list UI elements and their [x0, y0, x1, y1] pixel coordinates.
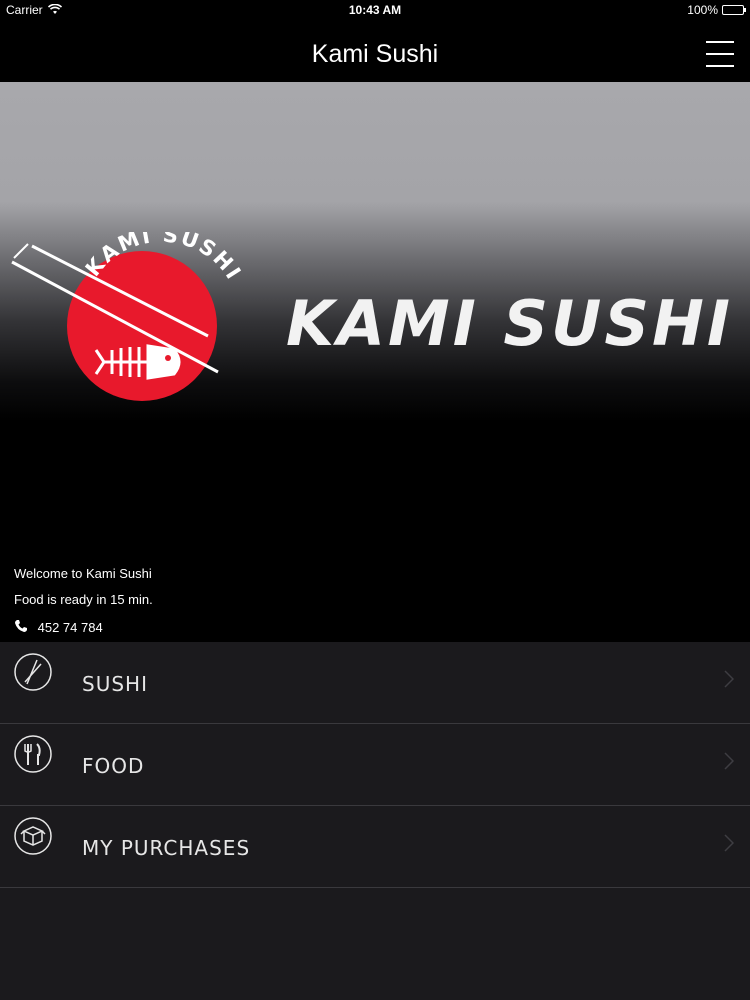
- nav-bar: Kami Sushi: [0, 20, 750, 82]
- hamburger-line: [706, 41, 734, 43]
- menu-item-label: FOOD: [82, 754, 145, 778]
- hamburger-line: [706, 65, 734, 67]
- battery-icon: [722, 5, 746, 15]
- phone-icon: [14, 619, 28, 636]
- ready-time-text: Food is ready in 15 min.: [14, 592, 153, 607]
- box-icon: [13, 816, 53, 856]
- hero-banner: KAMI SUSHI KAMI SUSHI Welcome to Kami Su…: [0, 82, 750, 642]
- menu-item-my-purchases[interactable]: MY PURCHASES: [0, 806, 750, 888]
- hamburger-line: [706, 53, 734, 55]
- logo-wordmark: KAMI SUSHI: [286, 287, 733, 360]
- kami-sushi-logo: KAMI SUSHI: [8, 222, 248, 412]
- page-title: Kami Sushi: [311, 40, 439, 68]
- chevron-right-icon: [724, 670, 735, 688]
- battery-percent: 100%: [687, 3, 718, 17]
- menu-item-food[interactable]: FOOD: [0, 724, 750, 806]
- welcome-text: Welcome to Kami Sushi: [14, 566, 152, 581]
- chevron-right-icon: [724, 752, 735, 770]
- phone-number: 452 74 784: [37, 620, 103, 636]
- menu-item-sushi[interactable]: SUSHI: [0, 642, 750, 724]
- menu-list: SUSHI FOOD MY PURCHASES: [0, 642, 750, 888]
- hamburger-menu-button[interactable]: [706, 41, 734, 71]
- fork-knife-icon: [13, 734, 53, 774]
- app-root: Carrier 10:43 AM 100% Kami Sushi KAMI SU…: [0, 0, 750, 1000]
- chevron-right-icon: [724, 834, 735, 852]
- chopsticks-icon: [13, 652, 53, 692]
- phone-row[interactable]: 452 74 784: [14, 619, 103, 636]
- clock: 10:43 AM: [348, 3, 402, 17]
- menu-item-label: SUSHI: [82, 672, 148, 696]
- menu-item-label: MY PURCHASES: [82, 836, 251, 860]
- status-bar: Carrier 10:43 AM 100%: [0, 0, 750, 20]
